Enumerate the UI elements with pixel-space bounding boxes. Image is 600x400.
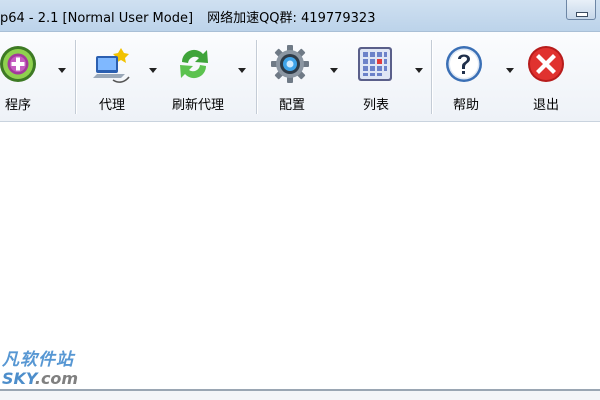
toolbar-refresh-proxy-label: 刷新代理 [171, 98, 225, 113]
watermark-domain-suffix: .com [34, 369, 79, 388]
toolbar-help-label: 帮助 [452, 98, 480, 113]
toolbar-separator [256, 40, 257, 114]
toolbar: 程序 代理 刷新代理 配置 列表 帮助 退出 [0, 32, 600, 122]
watermark-domain: SKY.com [2, 369, 78, 388]
toolbar-proxy-label: 代理 [98, 98, 126, 113]
toolbar-refresh-proxy-button[interactable]: 刷新代理 [166, 32, 254, 122]
chevron-down-icon[interactable] [506, 68, 514, 73]
toolbar-exit-button[interactable]: 退出 [518, 32, 580, 122]
minimize-button[interactable] [566, 0, 596, 20]
refresh-arrows-icon [180, 49, 208, 79]
toolbar-help-button[interactable]: 帮助 [436, 32, 518, 122]
window-title-qq-group: 网络加速QQ群: 419779323 [207, 11, 376, 26]
window-title: p64 - 2.1 [Normal User Mode] 网络加速QQ群: 419… [0, 7, 375, 26]
chevron-down-icon[interactable] [330, 68, 338, 73]
toolbar-list-button[interactable]: 列表 [346, 32, 430, 122]
toolbar-program-label: 程序 [4, 98, 32, 113]
watermark-chinese: 凡软件站 [2, 350, 74, 370]
status-bar [0, 391, 600, 400]
toolbar-program-button[interactable]: 程序 [0, 32, 70, 122]
toolbar-separator [75, 40, 76, 114]
chevron-down-icon[interactable] [149, 68, 157, 73]
toolbar-proxy-button[interactable]: 代理 [80, 32, 164, 122]
chevron-down-icon[interactable] [58, 68, 66, 73]
toolbar-config-button[interactable]: 配置 [260, 32, 344, 122]
title-bar: p64 - 2.1 [Normal User Mode] 网络加速QQ群: 419… [0, 0, 600, 32]
window-title-main: p64 - 2.1 [Normal User Mode] [0, 11, 194, 26]
monitor-network-icon [93, 48, 130, 83]
help-question-icon [446, 46, 482, 82]
chevron-down-icon[interactable] [415, 68, 423, 73]
grid-list-icon [358, 47, 392, 81]
toolbar-config-label: 配置 [278, 98, 306, 113]
chevron-down-icon[interactable] [238, 68, 246, 73]
plus-circle-icon [0, 46, 36, 82]
toolbar-exit-label: 退出 [532, 98, 560, 113]
gear-icon [271, 45, 309, 83]
toolbar-list-label: 列表 [362, 98, 390, 113]
close-x-icon [528, 46, 564, 82]
toolbar-separator [431, 40, 432, 114]
site-watermark: 凡软件站 SKY.com [0, 345, 110, 395]
watermark-domain-main: SKY [2, 369, 35, 388]
